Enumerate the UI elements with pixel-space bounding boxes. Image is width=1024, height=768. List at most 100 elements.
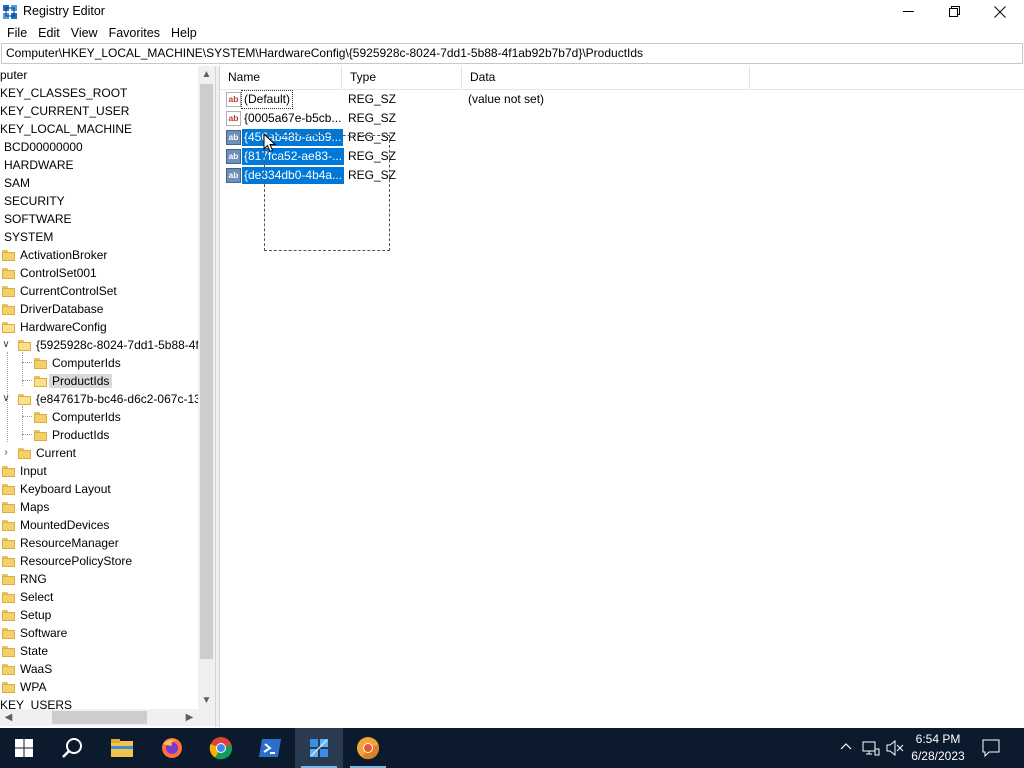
menu-help[interactable]: Help [165, 23, 203, 43]
tree-horizontal-scroll-thumb[interactable] [52, 711, 147, 724]
tree-item-guid-5925928c[interactable]: ∨ {5925928c-8024-7dd1-5b88-4f1 [0, 336, 205, 354]
address-path: Computer\HKEY_LOCAL_MACHINE\SYSTEM\Hardw… [6, 46, 644, 60]
menu-file[interactable]: File [0, 23, 33, 43]
string-value-icon: ab [226, 130, 241, 145]
restore-icon [948, 6, 960, 17]
tree-item-computerids[interactable]: ComputerIds [0, 354, 121, 372]
tree-item-keyboard-layout[interactable]: Keyboard Layout [0, 480, 111, 498]
tree-item-select[interactable]: Select [0, 588, 53, 606]
tree-item-resourcepolicystore[interactable]: ResourcePolicyStore [0, 552, 132, 570]
tree-item-hkey-classes-root[interactable]: KEY_CLASSES_ROOT [0, 84, 127, 102]
string-value-icon: ab [226, 168, 241, 183]
tree-item-input[interactable]: Input [0, 462, 47, 480]
taskbar-clock[interactable]: 6:54 PM 6/28/2023 [897, 731, 979, 765]
taskbar-powershell[interactable] [246, 728, 294, 768]
tree-vertical-scroll-thumb[interactable] [200, 84, 213, 659]
tree-item-label: ProductIds [49, 374, 113, 388]
restore-button[interactable] [931, 0, 977, 23]
powershell-icon [259, 739, 281, 757]
taskbar-chrome[interactable] [197, 728, 245, 768]
tree-item-resourcemanager[interactable]: ResourceManager [0, 534, 119, 552]
scroll-up-icon[interactable]: ▲ [198, 66, 215, 83]
close-button[interactable] [977, 0, 1023, 23]
tree-item-label: Software [20, 626, 68, 640]
list-row[interactable]: ab {0005a67e-b5cb... REG_SZ [226, 109, 786, 128]
tree-item-setup[interactable]: Setup [0, 606, 51, 624]
chevron-down-icon[interactable]: ∨ [1, 390, 11, 408]
chevron-right-icon[interactable]: › [1, 444, 11, 462]
taskbar-file-explorer[interactable] [98, 728, 146, 768]
tree-item-driverdatabase[interactable]: DriverDatabase [0, 300, 103, 318]
scroll-right-icon[interactable]: ▶ [181, 709, 198, 726]
tree-item-computerids-2[interactable]: ComputerIds [0, 408, 121, 426]
minimize-button[interactable] [885, 0, 931, 23]
folder-open-icon [18, 340, 31, 351]
menu-edit[interactable]: Edit [32, 23, 66, 43]
tree-item-hardwareconfig[interactable]: HardwareConfig [0, 318, 107, 336]
tree-item-guid-e847617b[interactable]: ∨ {e847617b-bc46-d6c2-067c-13 [0, 390, 200, 408]
value-type: REG_SZ [348, 92, 397, 106]
tree-item-activationbroker[interactable]: ActivationBroker [0, 246, 107, 264]
column-header-type[interactable]: Type [342, 66, 462, 89]
tree-item-productids-selected[interactable]: ProductIds [0, 372, 113, 390]
tree-item-computer[interactable]: puter [0, 66, 27, 84]
taskbar-firefox[interactable] [148, 728, 196, 768]
registry-editor-icon [3, 5, 17, 19]
tree-item-label: DriverDatabase [20, 302, 104, 316]
tree-item-label: ComputerIds [52, 410, 121, 424]
taskbar-chrome-canary[interactable] [344, 728, 392, 768]
folder-icon [34, 430, 47, 441]
tree-item-hkey-current-user[interactable]: KEY_CURRENT_USER [0, 102, 129, 120]
menu-view[interactable]: View [65, 23, 104, 43]
tree-item-state[interactable]: State [0, 642, 48, 660]
value-data: (value not set) [468, 92, 545, 106]
tree-item-hkey-local-machine[interactable]: KEY_LOCAL_MACHINE [0, 120, 132, 138]
address-bar[interactable]: Computer\HKEY_LOCAL_MACHINE\SYSTEM\Hardw… [1, 43, 1023, 64]
folder-open-icon [18, 394, 31, 405]
tree-item-maps[interactable]: Maps [0, 498, 49, 516]
tree-item-waas[interactable]: WaaS [0, 660, 52, 678]
chevron-up-icon[interactable] [840, 742, 852, 750]
start-icon [15, 739, 33, 757]
tree-item-hardware[interactable]: HARDWARE [4, 156, 74, 174]
search-button[interactable] [48, 728, 96, 768]
tree-item-label: SYSTEM [4, 230, 54, 244]
chrome-canary-icon [357, 737, 380, 760]
scroll-left-icon[interactable]: ◀ [0, 709, 17, 726]
menu-favorites[interactable]: Favorites [103, 23, 166, 43]
tree-item-security[interactable]: SECURITY [4, 192, 65, 210]
tree-item-wpa[interactable]: WPA [0, 678, 46, 696]
tree-item-software[interactable]: SOFTWARE [4, 210, 72, 228]
tree-item-label: Keyboard Layout [20, 482, 111, 496]
value-name: (Default) [240, 90, 294, 109]
folder-icon [2, 286, 15, 297]
clock-date: 6/28/2023 [911, 749, 965, 763]
value-name: {0005a67e-b5cb... [244, 111, 342, 125]
chevron-down-icon[interactable]: ∨ [1, 336, 11, 354]
column-header-data[interactable]: Data [462, 66, 750, 89]
scroll-down-icon[interactable]: ▼ [198, 692, 215, 709]
network-icon[interactable] [862, 740, 880, 756]
tree-item-sam[interactable]: SAM [4, 174, 30, 192]
column-header-name[interactable]: Name [220, 66, 342, 89]
tree-item-current[interactable]: › Current [0, 444, 76, 462]
tree-item-software-sub[interactable]: Software [0, 624, 67, 642]
tree-pane[interactable]: puter KEY_CLASSES_ROOT KEY_CURRENT_USER … [0, 66, 215, 727]
tree-item-mounteddevices[interactable]: MountedDevices [0, 516, 109, 534]
tree-item-rng[interactable]: RNG [0, 570, 47, 588]
tree-item-productids-2[interactable]: ProductIds [0, 426, 109, 444]
folder-icon [2, 538, 15, 549]
tree-item-system[interactable]: SYSTEM [4, 228, 53, 246]
menu-bar: File Edit View Favorites Help [0, 23, 1024, 43]
tree-item-label: Input [20, 464, 47, 478]
tree-item-label: RNG [20, 572, 47, 586]
folder-icon [2, 682, 15, 693]
tree-item-bcd[interactable]: BCD00000000 [4, 138, 83, 156]
list-row[interactable]: ab (Default) REG_SZ (value not set) [226, 90, 786, 109]
notifications-icon[interactable] [982, 739, 1000, 757]
taskbar-registry-editor[interactable] [295, 728, 343, 768]
tree-item-controlset001[interactable]: ControlSet001 [0, 264, 97, 282]
tree-item-currentcontrolset[interactable]: CurrentControlSet [0, 282, 117, 300]
folder-icon [2, 646, 15, 657]
start-button[interactable] [0, 728, 48, 768]
